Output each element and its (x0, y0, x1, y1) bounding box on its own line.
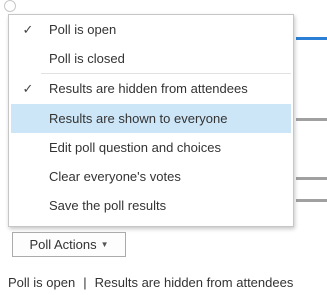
menu-item-label: Clear everyone's votes (49, 169, 181, 184)
menu-item-results-shown[interactable]: Results are shown to everyone (11, 104, 291, 133)
menu-item-clear-votes[interactable]: Clear everyone's votes (9, 162, 293, 191)
menu-item-label: Save the poll results (49, 198, 167, 213)
menu-item-save-results[interactable]: Save the poll results (9, 191, 293, 220)
background-gray-bar (296, 177, 327, 180)
checkmark-icon: ✓ (22, 22, 34, 37)
menu-item-results-hidden[interactable]: ✓ Results are hidden from attendees (9, 74, 293, 103)
menu-item-poll-open[interactable]: ✓ Poll is open (9, 16, 293, 44)
background-radio-circle (4, 0, 16, 12)
poll-state-text: Poll is open (8, 275, 76, 290)
background-gray-bar (296, 199, 327, 202)
poll-actions-menu: ✓ Poll is open Poll is closed ✓ Results … (8, 14, 294, 227)
caret-down-icon: ▼ (100, 240, 109, 249)
menu-item-poll-closed[interactable]: Poll is closed (9, 44, 293, 73)
checkmark-icon: ✓ (22, 81, 34, 96)
background-blue-bar (296, 37, 327, 40)
menu-item-label: Edit poll question and choices (49, 140, 222, 155)
poll-actions-button[interactable]: Poll Actions ▼ (12, 232, 126, 257)
menu-item-label: Results are hidden from attendees (49, 81, 248, 96)
menu-item-label: Poll is open (49, 22, 117, 37)
poll-actions-label: Poll Actions (29, 237, 97, 252)
poll-status-line: Poll is open | Results are hidden from att… (8, 275, 293, 290)
menu-item-edit-poll[interactable]: Edit poll question and choices (9, 133, 293, 162)
background-gray-bar (296, 118, 327, 121)
menu-item-label: Results are shown to everyone (49, 111, 228, 126)
status-separator: | (83, 275, 87, 290)
results-state-text: Results are hidden from attendees (94, 275, 294, 290)
menu-item-label: Poll is closed (49, 51, 125, 66)
